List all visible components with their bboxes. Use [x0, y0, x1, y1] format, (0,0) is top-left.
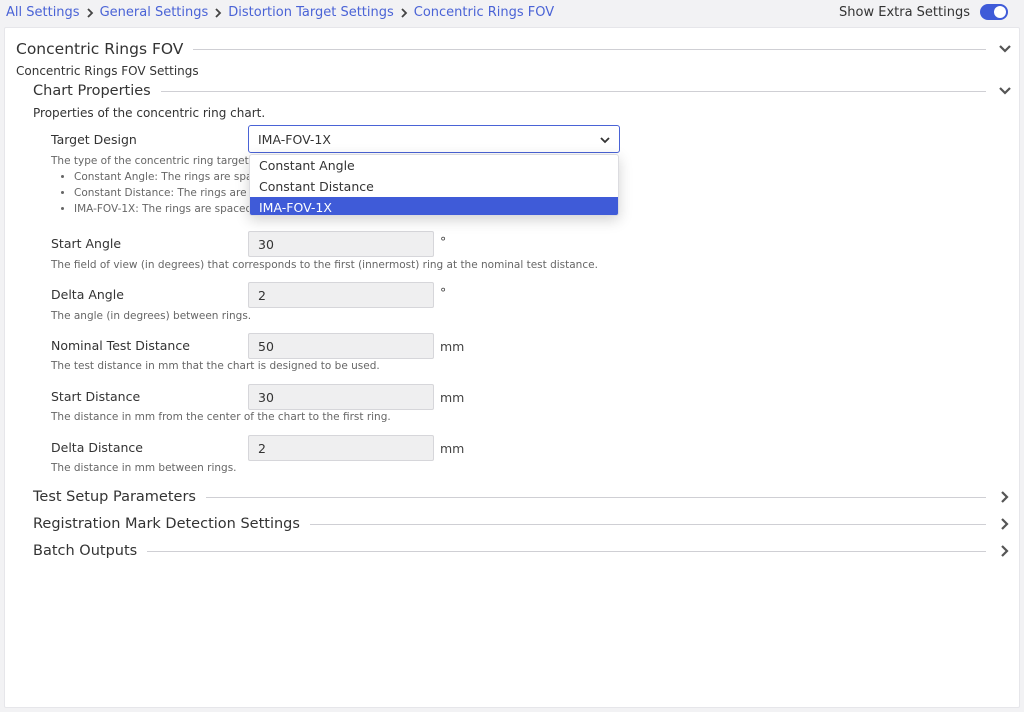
option-constant-angle[interactable]: Constant Angle [250, 155, 618, 176]
target-design-label: Target Design [51, 132, 137, 147]
start-angle-unit: ° [440, 234, 447, 249]
test-setup-parameters-title: Test Setup Parameters [33, 489, 196, 505]
nominal-test-distance-unit: mm [440, 339, 465, 354]
delta-distance-input[interactable]: 2 [248, 435, 434, 461]
chevron-right-icon [208, 7, 228, 18]
breadcrumb-all-settings[interactable]: All Settings [6, 5, 80, 20]
batch-outputs-title: Batch Outputs [33, 543, 138, 559]
start-angle-desc: The field of view (in degrees) that corr… [51, 259, 598, 271]
bullet-item: Constant Distance: The rings are sp [74, 187, 262, 203]
divider [193, 48, 986, 50]
target-design-bullets: Constant Angle: The rings are spac Const… [60, 171, 262, 219]
divider [309, 523, 986, 525]
show-extra-settings-toggle[interactable] [980, 4, 1008, 20]
option-constant-distance[interactable]: Constant Distance [250, 176, 618, 197]
divider [205, 496, 986, 498]
start-distance-label: Start Distance [51, 389, 141, 404]
start-angle-input[interactable]: 30 [248, 231, 434, 257]
breadcrumb-concentric-rings-fov[interactable]: Concentric Rings FOV [414, 5, 554, 20]
section-header-registration-mark-detection[interactable]: Registration Mark Detection Settings [33, 515, 1014, 533]
section-header-chart-properties[interactable]: Chart Properties [33, 82, 1014, 100]
start-angle-label: Start Angle [51, 236, 122, 251]
delta-distance-label: Delta Distance [51, 440, 143, 455]
start-distance-desc: The distance in mm from the center of th… [51, 411, 391, 423]
breadcrumb-general-settings[interactable]: General Settings [100, 5, 209, 20]
start-distance-unit: mm [440, 390, 465, 405]
chevron-down-icon[interactable] [996, 40, 1014, 58]
delta-angle-desc: The angle (in degrees) between rings. [51, 310, 252, 322]
target-design-desc: The type of the concentric ring target. [51, 155, 253, 167]
target-design-dropdown: Constant Angle Constant Distance IMA-FOV… [249, 154, 619, 216]
section-subtitle: Concentric Rings FOV Settings [16, 64, 199, 78]
chevron-right-icon[interactable] [996, 542, 1014, 560]
nominal-test-distance-label: Nominal Test Distance [51, 338, 190, 353]
chevron-down-icon [599, 133, 611, 148]
section-title: Concentric Rings FOV [16, 40, 184, 58]
delta-angle-input[interactable]: 2 [248, 282, 434, 308]
settings-panel: Concentric Rings FOV Concentric Rings FO… [4, 27, 1020, 708]
section-header-concentric-rings-fov[interactable]: Concentric Rings FOV [16, 40, 1014, 58]
divider [160, 90, 986, 92]
show-extra-settings-label: Show Extra Settings [839, 4, 970, 20]
target-design-select[interactable]: IMA-FOV-1X [248, 125, 620, 153]
bullet-item: IMA-FOV-1X: The rings are spaced a [74, 203, 262, 219]
nominal-test-distance-input[interactable]: 50 [248, 333, 434, 359]
chart-properties-subtitle: Properties of the concentric ring chart. [33, 106, 266, 120]
section-header-batch-outputs[interactable]: Batch Outputs [33, 542, 1014, 560]
top-bar: All Settings General Settings Distortion… [0, 0, 1024, 26]
bullet-item: Constant Angle: The rings are spac [74, 171, 262, 187]
toggle-knob [994, 6, 1006, 18]
show-extra-settings: Show Extra Settings [839, 4, 1008, 20]
chevron-right-icon[interactable] [996, 515, 1014, 533]
delta-distance-desc: The distance in mm between rings. [51, 462, 237, 474]
section-header-test-setup-parameters[interactable]: Test Setup Parameters [33, 488, 1014, 506]
breadcrumb-distortion-target-settings[interactable]: Distortion Target Settings [228, 5, 394, 20]
nominal-test-distance-desc: The test distance in mm that the chart i… [51, 360, 380, 372]
chevron-right-icon[interactable] [996, 488, 1014, 506]
delta-angle-label: Delta Angle [51, 287, 124, 302]
chevron-right-icon [80, 7, 100, 18]
delta-distance-unit: mm [440, 441, 465, 456]
breadcrumb: All Settings General Settings Distortion… [6, 5, 554, 20]
divider [147, 550, 986, 552]
target-design-value: IMA-FOV-1X [258, 132, 331, 147]
chevron-down-icon[interactable] [996, 82, 1014, 100]
chevron-right-icon [394, 7, 414, 18]
chart-properties-title: Chart Properties [33, 83, 151, 99]
registration-mark-detection-title: Registration Mark Detection Settings [33, 516, 300, 532]
option-ima-fov-1x[interactable]: IMA-FOV-1X [250, 197, 618, 215]
start-distance-input[interactable]: 30 [248, 384, 434, 410]
delta-angle-unit: ° [440, 285, 447, 300]
